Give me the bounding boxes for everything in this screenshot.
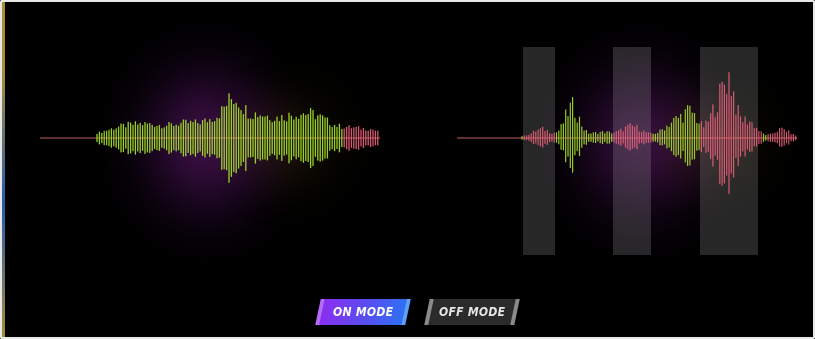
visualizer-frame: ON MODE OFF MODE xyxy=(0,0,815,339)
off-mode-label: OFF MODE xyxy=(438,305,506,319)
off-mode-button[interactable]: OFF MODE xyxy=(424,299,520,325)
on-mode-label: ON MODE xyxy=(332,305,394,319)
processed-waveform xyxy=(457,72,797,194)
on-mode-button[interactable]: ON MODE xyxy=(315,299,411,325)
